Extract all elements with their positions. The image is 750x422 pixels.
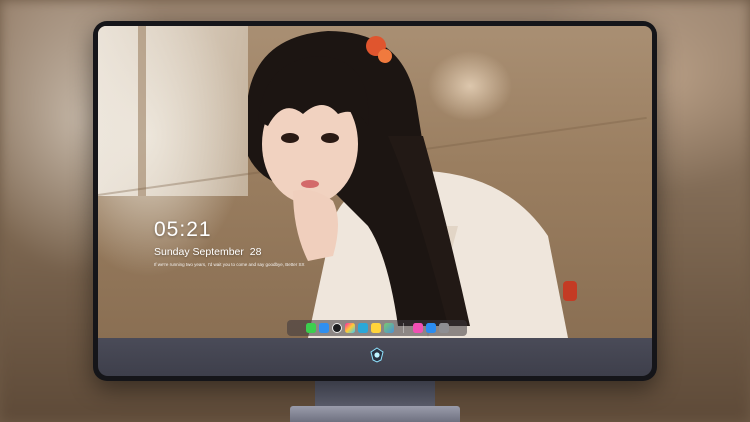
monitor-stand-neck xyxy=(315,381,435,409)
messages-icon[interactable] xyxy=(305,323,316,333)
wallpaper-portrait xyxy=(248,31,577,338)
monitor: 05:21 Sunday September 28 If we're runni… xyxy=(93,21,657,381)
music-icon[interactable] xyxy=(412,323,423,333)
clock-icon[interactable] xyxy=(331,323,342,333)
weather-icon[interactable] xyxy=(318,323,329,333)
lock-quote: If we're running two years, I'd wait you… xyxy=(154,262,305,267)
appstore-icon[interactable] xyxy=(425,323,436,333)
dock xyxy=(287,320,467,336)
camera-icon[interactable] xyxy=(438,323,449,333)
video-icon[interactable] xyxy=(357,323,368,333)
notes-icon[interactable] xyxy=(370,323,381,333)
lock-date: Sunday September 28 xyxy=(154,246,262,258)
monitor-chin xyxy=(98,338,652,376)
brand-logo-icon xyxy=(370,347,384,363)
lock-time: 05:21 xyxy=(154,218,212,241)
monitor-stand-base xyxy=(290,406,460,422)
lock-screen[interactable]: 05:21 Sunday September 28 If we're runni… xyxy=(98,26,652,338)
photos-icon[interactable] xyxy=(344,323,355,333)
maps-icon[interactable] xyxy=(383,323,394,333)
dock-separator xyxy=(402,323,404,333)
